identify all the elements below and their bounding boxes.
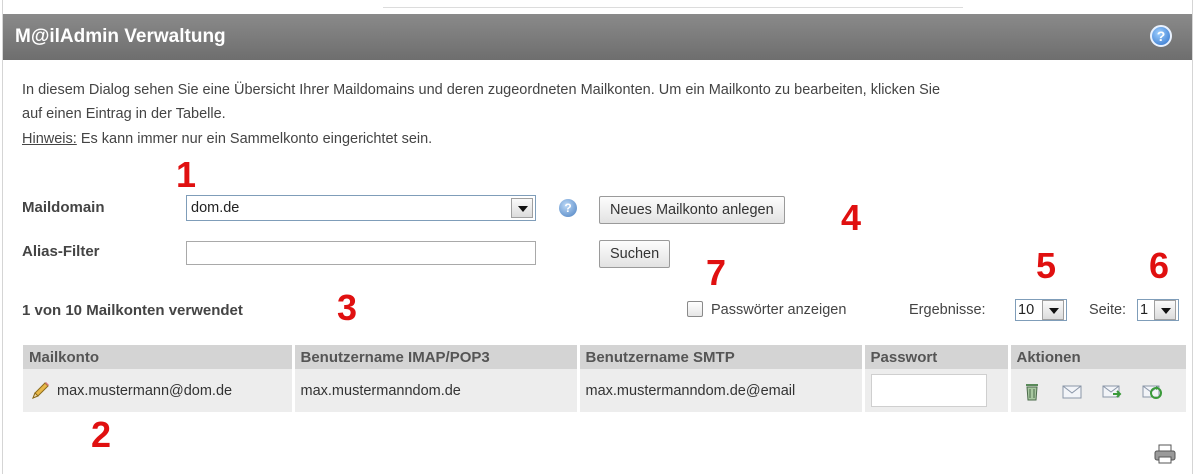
maildomain-label: Maildomain: [22, 199, 105, 216]
page-select[interactable]: 1: [1137, 299, 1179, 321]
hint-text: Hinweis: Es kann immer nur ein Sammelkon…: [22, 131, 432, 147]
results-per-page-select[interactable]: 10: [1015, 299, 1067, 321]
page-label: Seite:: [1089, 302, 1127, 318]
maildomain-select[interactable]: dom.de: [186, 195, 536, 221]
annotation-7: 7: [706, 252, 727, 293]
intro-line-1: In diesem Dialog sehen Sie eine Übersich…: [22, 82, 941, 98]
results-label: Ergebnisse:: [909, 302, 986, 318]
page-value: 1: [1140, 302, 1149, 318]
annotation-4: 4: [841, 197, 862, 238]
column-header-actions: Aktionen: [1009, 345, 1189, 369]
hint-label: Hinweis:: [22, 131, 77, 147]
panel-title: M@ilAdmin Verwaltung: [15, 26, 226, 47]
chevron-down-icon[interactable]: [1154, 300, 1176, 320]
mail-forward-icon[interactable]: [1101, 381, 1123, 401]
show-passwords-label: Passwörter anzeigen: [711, 302, 847, 318]
alias-filter-input[interactable]: [186, 241, 536, 265]
chevron-down-icon[interactable]: [511, 198, 533, 218]
password-field[interactable]: [870, 374, 987, 407]
table-row[interactable]: max.mustermann@dom.de max.mustermanndom.…: [23, 369, 1189, 412]
search-button[interactable]: Suchen: [599, 240, 671, 268]
mailadmin-panel: M@ilAdmin Verwaltung ? In diesem Dialog …: [2, 0, 1193, 474]
intro-line-2: auf einen Eintrag in der Tabelle.: [22, 106, 226, 122]
maildomain-value: dom.de: [191, 200, 240, 216]
chevron-down-icon[interactable]: [1042, 300, 1064, 320]
accounts-used-text: 1 von 10 Mailkonten verwendet: [22, 302, 243, 319]
cell-actions: [1009, 369, 1189, 412]
column-header-password: Passwort: [863, 345, 1011, 369]
account-email: max.mustermann@dom.de: [57, 382, 233, 399]
annotation-1: 1: [176, 154, 197, 195]
trash-icon[interactable]: [1021, 381, 1043, 401]
column-header-mailkonto[interactable]: Mailkonto: [23, 345, 295, 369]
annotation-3: 3: [337, 287, 358, 328]
hint-body: Es kann immer nur ein Sammelkonto einger…: [76, 131, 433, 147]
column-header-smtp-user[interactable]: Benutzername SMTP: [578, 345, 865, 369]
cell-account[interactable]: max.mustermann@dom.de: [23, 369, 295, 412]
top-divider: [383, 0, 963, 8]
cell-imap-user: max.mustermanndom.de: [293, 369, 580, 412]
mailaccounts-table: Mailkonto Benutzername IMAP/POP3 Benutze…: [23, 345, 1189, 412]
title-bar: M@ilAdmin Verwaltung ?: [3, 14, 1192, 60]
intro-text: In diesem Dialog sehen Sie eine Übersich…: [22, 78, 1187, 126]
mail-icon[interactable]: [1061, 381, 1083, 401]
maildomain-help-icon[interactable]: ?: [559, 199, 577, 217]
show-passwords-checkbox[interactable]: [687, 301, 703, 317]
cell-smtp-user: max.mustermanndom.de@email: [578, 369, 865, 412]
mail-refresh-icon[interactable]: [1141, 381, 1163, 401]
annotation-2: 2: [91, 414, 112, 455]
results-value: 10: [1018, 302, 1035, 318]
cell-password: [863, 369, 1011, 412]
pencil-icon[interactable]: [29, 380, 51, 402]
print-icon[interactable]: [1153, 443, 1177, 465]
annotation-5: 5: [1036, 245, 1057, 286]
help-icon[interactable]: ?: [1150, 25, 1172, 47]
annotation-6: 6: [1149, 245, 1170, 286]
column-header-imap-user[interactable]: Benutzername IMAP/POP3: [293, 345, 580, 369]
alias-filter-label: Alias-Filter: [22, 243, 100, 260]
table-header-row: Mailkonto Benutzername IMAP/POP3 Benutze…: [23, 345, 1189, 369]
new-mailaccount-button[interactable]: Neues Mailkonto anlegen: [599, 196, 785, 224]
